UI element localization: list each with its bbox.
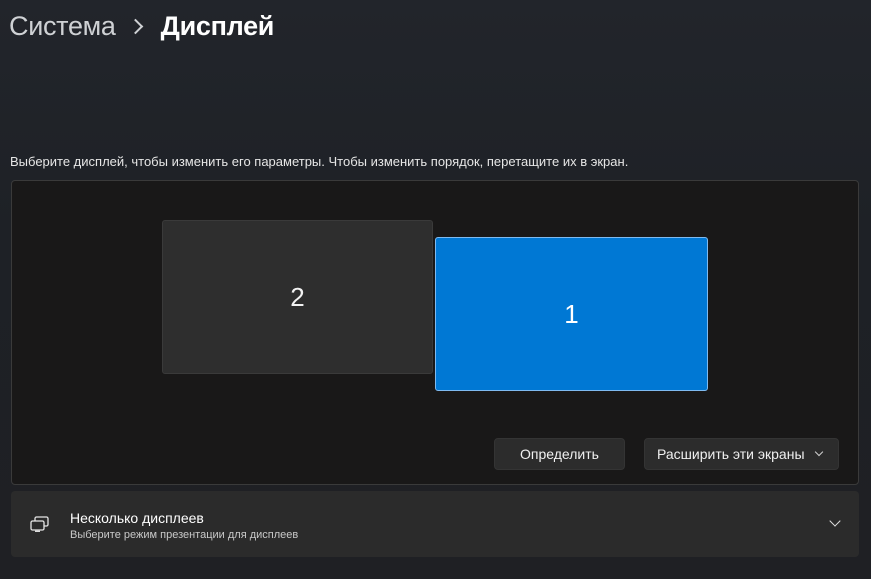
expand-chevron-icon[interactable] (829, 515, 841, 527)
breadcrumb: Система Дисплей (9, 8, 274, 44)
page-title: Дисплей (160, 10, 275, 41)
monitor-2-label: 2 (290, 281, 305, 312)
display-arrangement-panel: 2 1 Определить Расширить эти экраны (11, 180, 859, 485)
multiple-displays-subtitle: Выберите режим презентации для дисплеев (70, 529, 299, 541)
display-mode-dropdown[interactable]: Расширить эти экраны (644, 438, 839, 470)
multiple-displays-icon (30, 516, 49, 532)
monitor-2-tile[interactable]: 2 (162, 220, 433, 374)
chevron-right-icon (127, 18, 143, 34)
chevron-down-icon (814, 447, 824, 457)
arrange-instruction: Выберите дисплей, чтобы изменить его пар… (10, 154, 629, 169)
display-mode-selected-value: Расширить эти экраны (657, 446, 805, 462)
monitor-1-tile[interactable]: 1 (435, 237, 708, 391)
multiple-displays-title: Несколько дисплеев (70, 510, 204, 526)
breadcrumb-parent-system[interactable]: Система (9, 11, 116, 42)
multiple-displays-row[interactable]: Несколько дисплеев Выберите режим презен… (11, 491, 859, 557)
monitor-1-label: 1 (564, 298, 579, 329)
identify-button[interactable]: Определить (494, 438, 625, 470)
settings-page: Система Дисплей Выберите дисплей, чтобы … (0, 0, 871, 579)
